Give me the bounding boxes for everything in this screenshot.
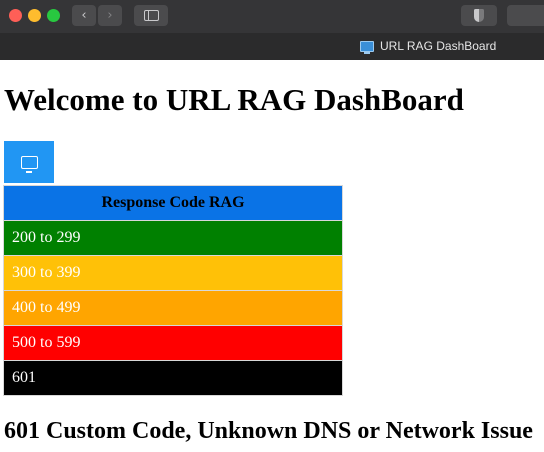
rag-cell-orange: 400 to 499: [3, 290, 343, 326]
table-row: 500 to 599: [3, 325, 343, 361]
monitor-icon: [20, 155, 38, 173]
sidebar-icon: [143, 10, 159, 21]
tab-title-label: URL RAG DashBoard: [380, 39, 497, 53]
zoom-window-button[interactable]: [47, 9, 60, 22]
custom-code-heading: 601 Custom Code, Unknown DNS or Network …: [4, 418, 533, 444]
rag-cell-green: 200 to 299: [3, 220, 343, 256]
page-title: Welcome to URL RAG DashBoard: [4, 82, 464, 117]
toolbar-extension-button[interactable]: [507, 5, 544, 26]
table-row: 400 to 499: [3, 290, 343, 326]
response-code-rag-table: Response Code RAG 200 to 299 300 to 399 …: [3, 185, 343, 396]
browser-toolbar: ‹ › URL RAG DashBoard: [0, 0, 544, 60]
rag-cell-amber: 300 to 399: [3, 255, 343, 291]
table-row: 601: [3, 360, 343, 396]
active-tab[interactable]: URL RAG DashBoard: [360, 38, 496, 54]
back-button[interactable]: ‹: [72, 5, 96, 26]
close-window-button[interactable]: [9, 9, 22, 22]
dashboard-tab-button[interactable]: [4, 141, 54, 183]
table-row: 300 to 399: [3, 255, 343, 291]
chevron-right-icon: ›: [107, 8, 113, 23]
shield-icon: [474, 9, 484, 22]
rag-cell-red: 500 to 599: [3, 325, 343, 361]
forward-button[interactable]: ›: [98, 5, 122, 26]
privacy-report-button[interactable]: [461, 5, 497, 26]
rag-cell-black: 601: [3, 360, 343, 396]
table-row: 200 to 299: [3, 220, 343, 256]
minimize-window-button[interactable]: [28, 9, 41, 22]
table-header-row: Response Code RAG: [3, 185, 343, 221]
monitor-favicon-icon: [360, 40, 374, 54]
table-header: Response Code RAG: [3, 185, 343, 221]
chevron-left-icon: ‹: [81, 8, 87, 23]
sidebar-toggle-button[interactable]: [134, 5, 168, 26]
